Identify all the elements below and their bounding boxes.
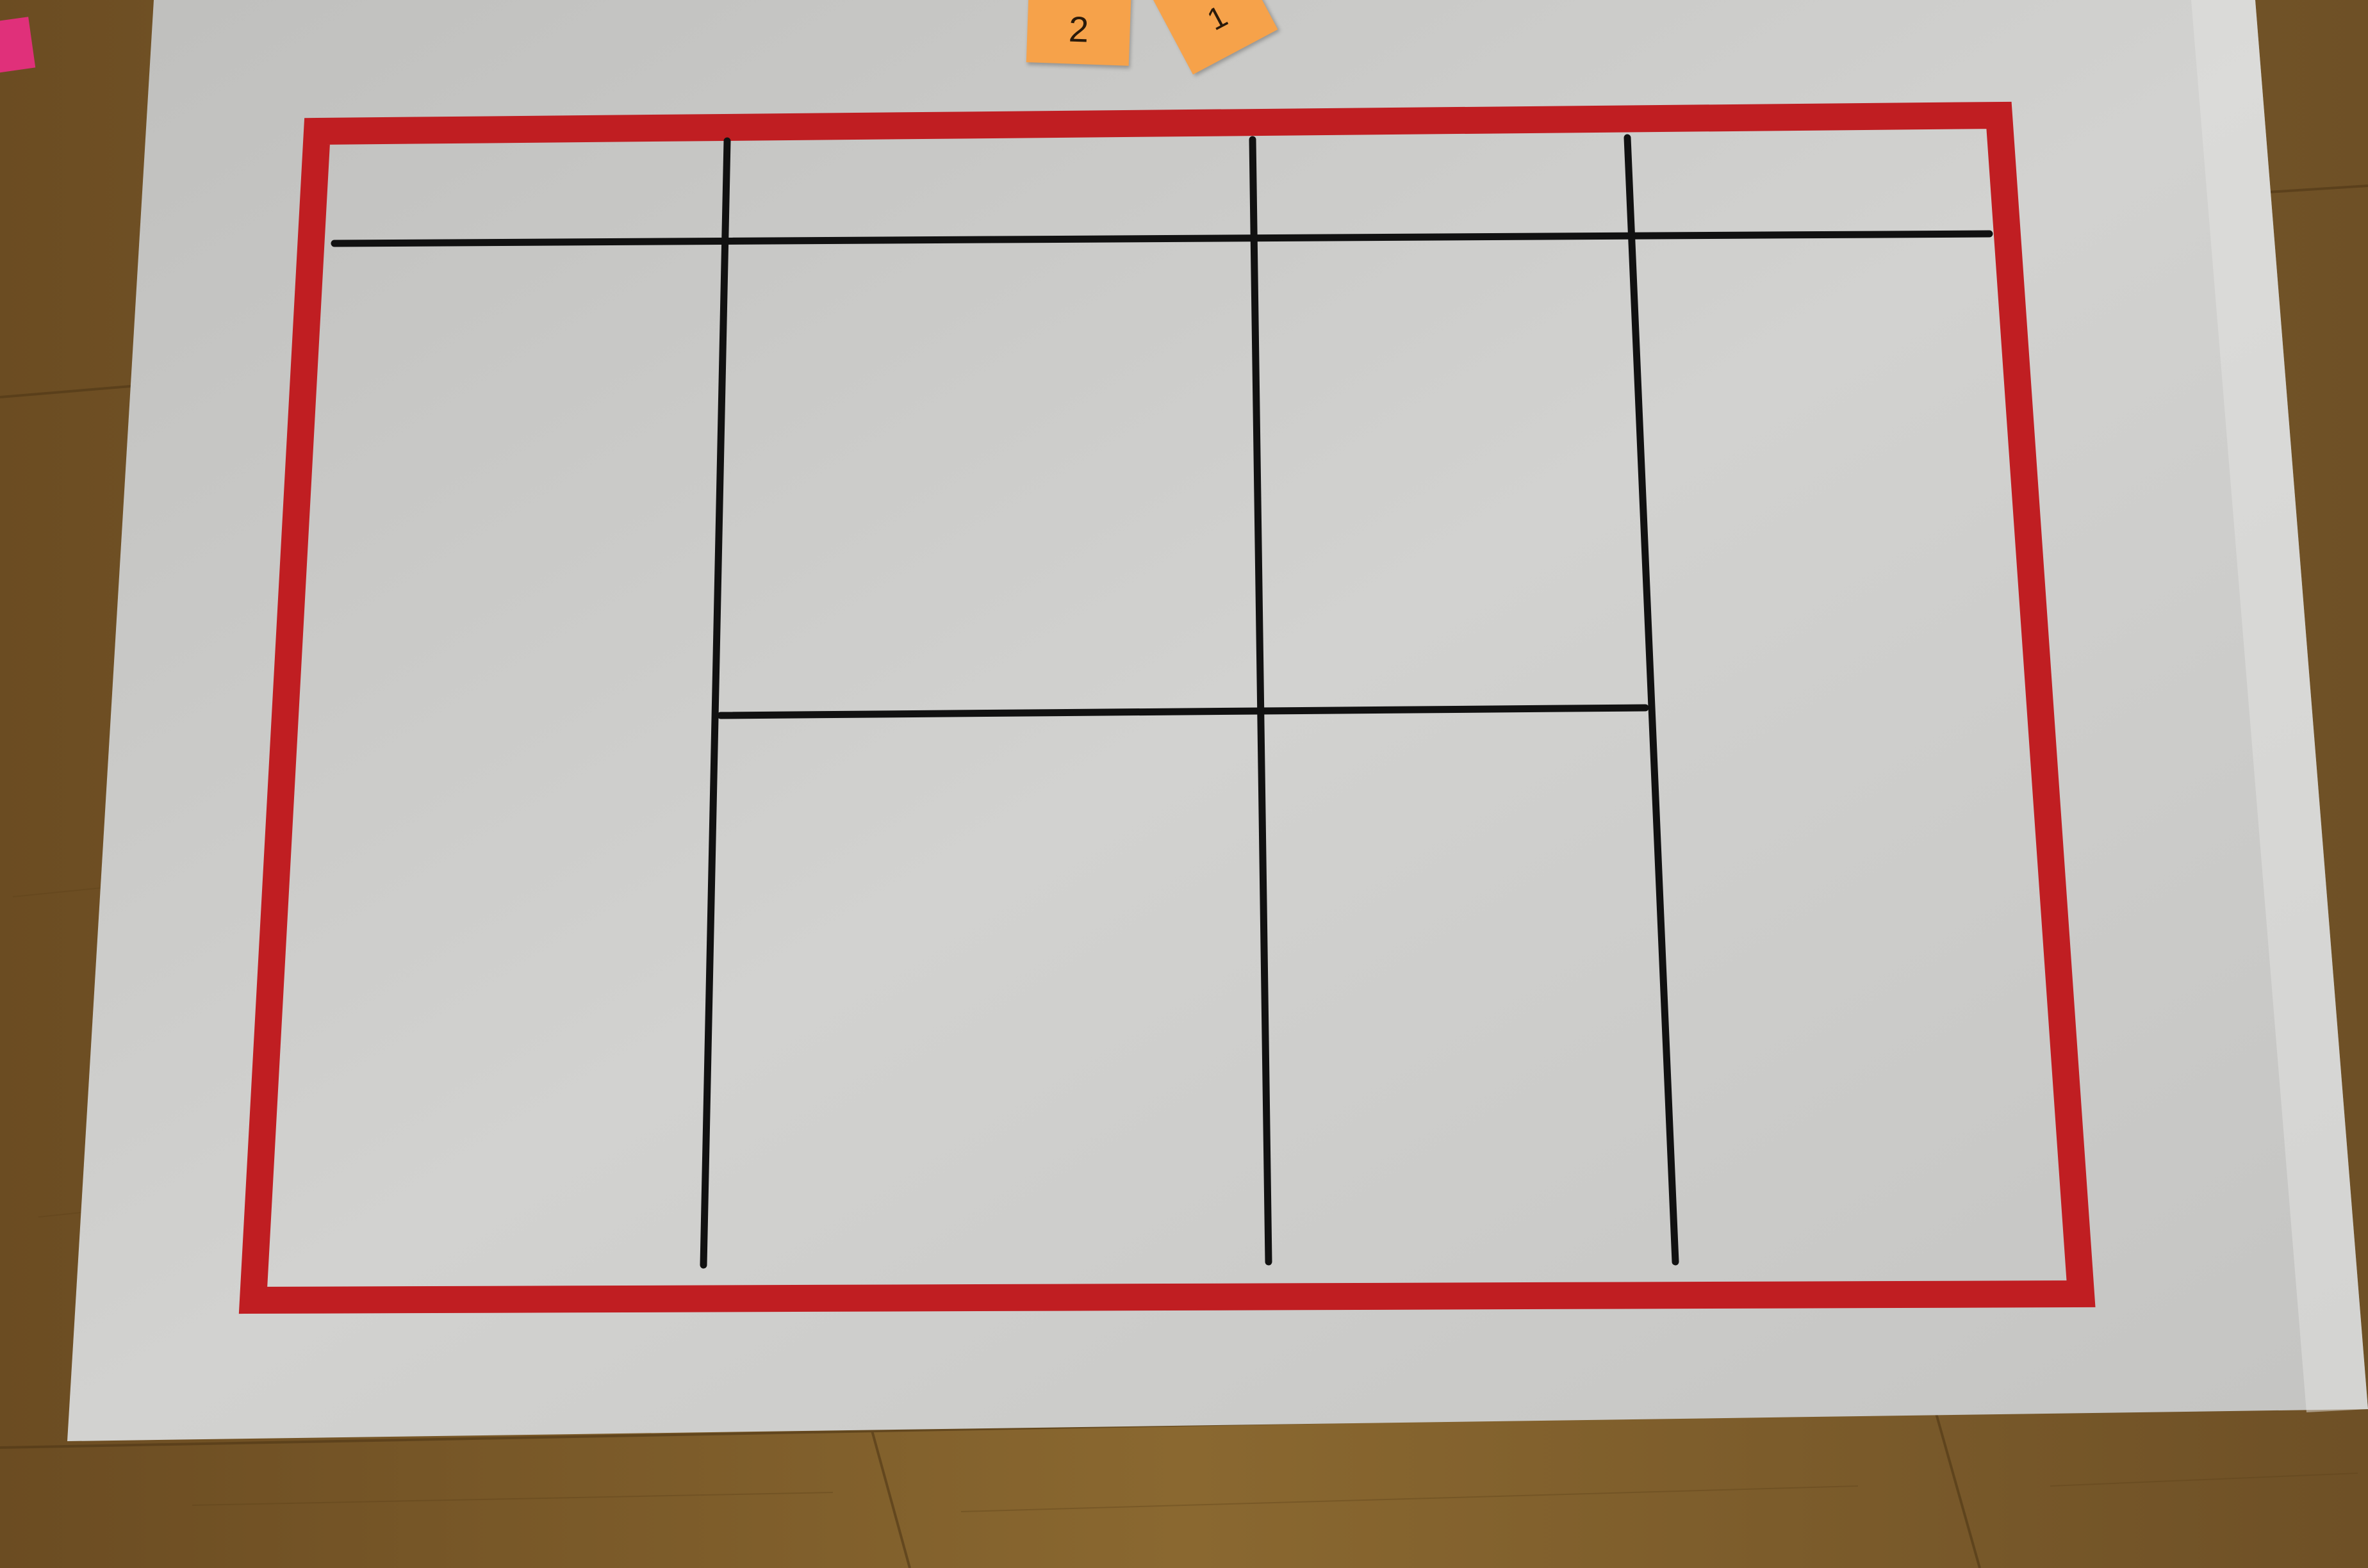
vertical-line-3 (1624, 134, 1679, 1266)
vertical-line-2 (1249, 136, 1272, 1266)
hand-drawn-grid (238, 101, 2096, 1314)
middle-horizontal-line (717, 704, 1649, 719)
top-horizontal-line (331, 230, 1993, 247)
photo-scene: 2 1 (0, 0, 2368, 1568)
black-grid-lines (331, 134, 1993, 1269)
red-rectangle-border (238, 101, 2096, 1314)
vertical-line-1 (700, 137, 731, 1269)
